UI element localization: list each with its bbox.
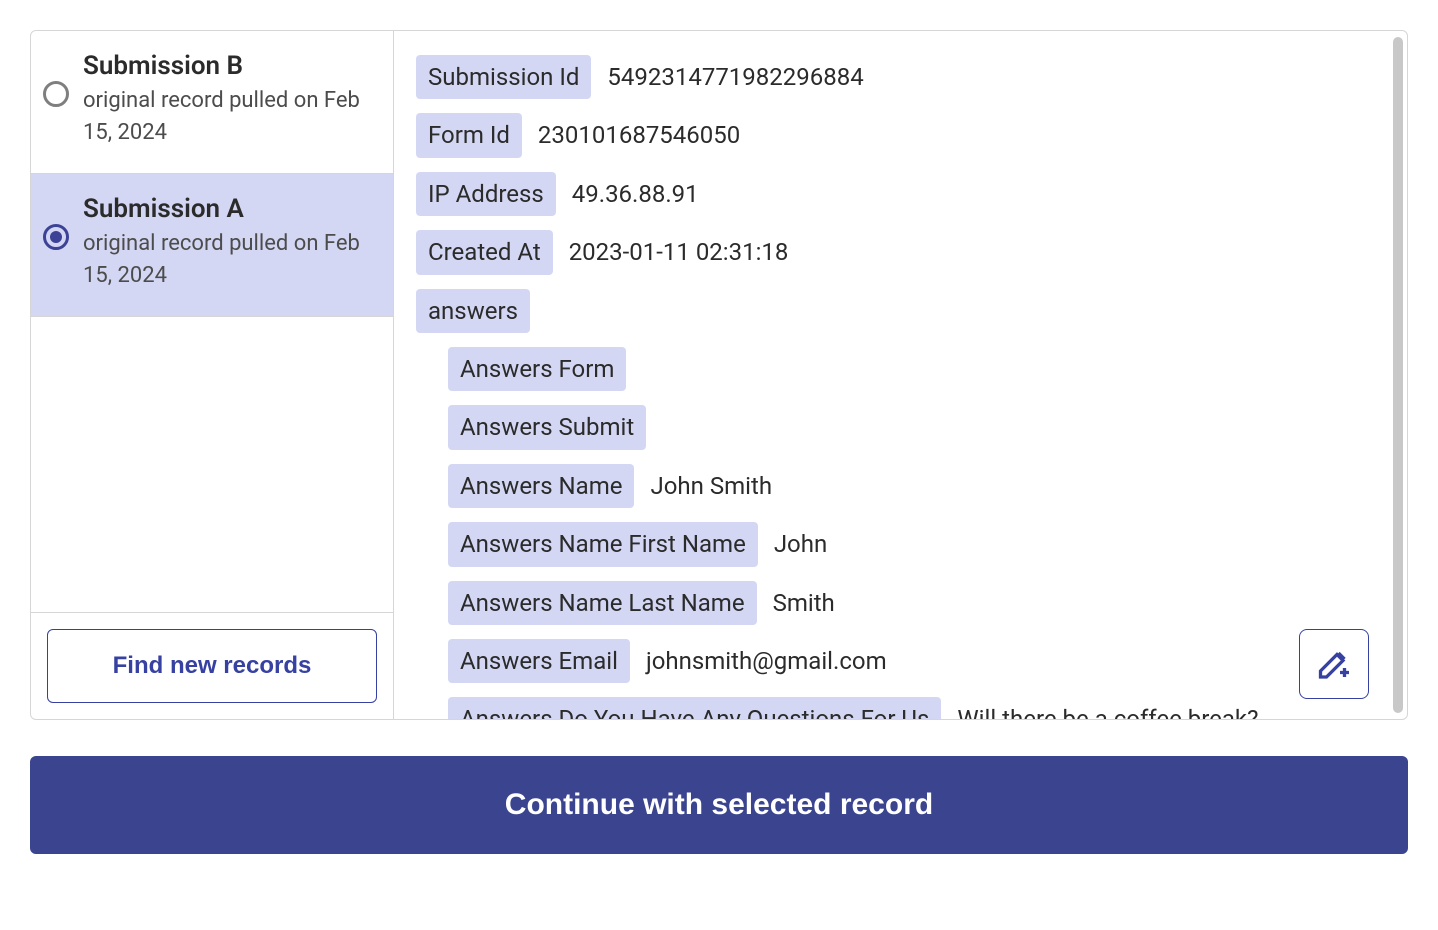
answers-row: Answers Do You Have Any Questions For Us… [448,697,1385,719]
scrollbar[interactable] [1393,37,1403,713]
answers-field-label: Answers Name First Name [448,522,758,566]
answers-label: answers [416,289,530,333]
answers-field-value: johnsmith@gmail.com [646,639,1385,677]
radio-icon [43,81,69,107]
answers-row: Answers Name John Smith [448,464,1385,508]
edit-plus-icon [1316,644,1352,684]
field-row: Submission Id 5492314771982296884 [416,55,1385,99]
record-title: Submission A [83,194,375,224]
field-value: 2023-01-11 02:31:18 [569,230,1385,268]
record-list: Submission B original record pulled on F… [31,31,393,612]
answers-field-label: Answers Submit [448,405,646,449]
record-detail: Submission Id 5492314771982296884 Form I… [394,31,1407,719]
answers-row: Answers Name Last Name Smith [448,581,1385,625]
record-item-submission-a[interactable]: Submission A original record pulled on F… [31,174,393,317]
field-value: 49.36.88.91 [572,172,1385,210]
record-subtitle: original record pulled on Feb 15, 2024 [83,228,375,292]
field-value: 230101687546050 [538,113,1385,151]
record-subtitle: original record pulled on Feb 15, 2024 [83,85,375,149]
answers-row: Answers Email johnsmith@gmail.com [448,639,1385,683]
record-title: Submission B [83,51,375,81]
record-text: Submission A original record pulled on F… [83,194,375,292]
radio-icon [43,224,69,250]
answers-header-row: answers [416,289,1385,333]
answers-row: Answers Name First Name John [448,522,1385,566]
field-label: Created At [416,230,553,274]
page-root: Submission B original record pulled on F… [0,0,1438,884]
answers-field-label: Answers Form [448,347,626,391]
answers-row: Answers Form [448,347,1385,391]
answers-row: Answers Submit [448,405,1385,449]
edit-button[interactable] [1299,629,1369,699]
field-label: Submission Id [416,55,591,99]
field-value: 5492314771982296884 [607,55,1385,93]
record-sidebar: Submission B original record pulled on F… [31,31,394,719]
record-panel: Submission B original record pulled on F… [30,30,1408,720]
record-item-submission-b[interactable]: Submission B original record pulled on F… [31,31,393,174]
field-row: Form Id 230101687546050 [416,113,1385,157]
answers-field-value: Will there be a coffee break? [957,697,1385,719]
find-new-records-button[interactable]: Find new records [47,629,377,703]
field-label: Form Id [416,113,522,157]
field-row: IP Address 49.36.88.91 [416,172,1385,216]
answers-field-label: Answers Email [448,639,630,683]
answers-field-value: John Smith [650,464,1385,502]
answers-field-value: Smith [773,581,1385,619]
answers-field-label: Answers Name [448,464,634,508]
record-text: Submission B original record pulled on F… [83,51,375,149]
field-label: IP Address [416,172,556,216]
answers-field-label: Answers Do You Have Any Questions For Us [448,697,941,719]
answers-field-value: John [774,522,1385,560]
find-wrap: Find new records [31,612,393,719]
continue-button[interactable]: Continue with selected record [30,756,1408,854]
field-row: Created At 2023-01-11 02:31:18 [416,230,1385,274]
answers-field-label: Answers Name Last Name [448,581,757,625]
